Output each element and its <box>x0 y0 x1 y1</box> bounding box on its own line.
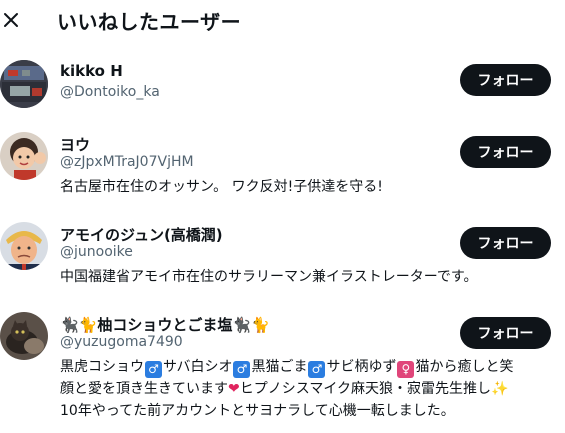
list-item[interactable]: 🐈‍⬛🐈柚コショウとごま塩🐈‍⬛🐈 @yuzugoma7490 黒虎コショウ ♂ サ… <box>0 308 565 428</box>
black-cat-icon: 🐈‍⬛ <box>232 316 252 334</box>
avatar[interactable] <box>0 312 48 360</box>
modal-header: いいねしたユーザー <box>0 0 565 44</box>
male-sign-icon: ♂ <box>233 361 251 378</box>
avatar[interactable] <box>0 222 48 270</box>
male-sign-icon: ♂ <box>308 361 326 378</box>
heart-icon: ❤ <box>228 381 240 397</box>
user-name[interactable]: 🐈‍⬛🐈柚コショウとごま塩🐈‍⬛🐈 <box>60 314 270 335</box>
black-cat-icon: 🐈‍⬛ <box>60 316 79 334</box>
page-title: いいねしたユーザー <box>57 10 242 34</box>
list-item[interactable]: kikko H @Dontoiko_ka フォロー <box>0 58 565 118</box>
close-icon[interactable] <box>0 9 22 31</box>
follow-button[interactable]: フォロー <box>460 227 551 259</box>
avatar[interactable] <box>0 60 48 108</box>
user-bio: 黒虎コショウ ♂ サバ白シオ ♂ 黒猫ごま ♂ サビ柄ゆず ♀ 猫から癒しと笑 顔と愛を頂き生き… <box>60 356 555 422</box>
bio-line: 10年やってた前アカウントとサヨナラして心機一転しました。 <box>60 403 455 419</box>
sparkles-icon: ✨ <box>491 381 509 397</box>
user-handle[interactable]: @zJpxMTraJ07VjHM <box>60 154 194 170</box>
user-bio: 中国福建省アモイ市在住のサラリーマン兼イラストレーターです。 <box>60 269 478 285</box>
user-handle[interactable]: @Dontoiko_ka <box>60 84 160 100</box>
user-bio: 名古屋市在住のオッサン。 ワク反対!子供達を守る! <box>60 179 383 195</box>
user-name[interactable]: ヨウ <box>60 134 90 155</box>
follow-button[interactable]: フォロー <box>460 317 551 349</box>
list-item[interactable]: ヨウ @zJpxMTraJ07VjHM 名古屋市在住のオッサン。 ワク反対!子供… <box>0 128 565 198</box>
list-item[interactable]: アモイのジュン(高橋潤) @junooike 中国福建省アモイ市在住のサラリーマ… <box>0 218 565 288</box>
avatar[interactable] <box>0 132 48 180</box>
female-sign-icon: ♀ <box>397 361 415 378</box>
male-sign-icon: ♂ <box>145 361 162 378</box>
bio-line: 顔と愛を頂き生きています❤ヒプノシスマイク麻天狼・寂雷先生推し✨ <box>60 381 509 397</box>
user-handle[interactable]: @junooike <box>60 244 133 260</box>
user-name[interactable]: アモイのジュン(高橋潤) <box>60 224 223 245</box>
bio-line: 黒虎コショウ ♂ サバ白シオ ♂ 黒猫ごま ♂ サビ柄ゆず ♀ 猫から癒しと笑 <box>60 359 514 378</box>
cat-icon: 🐈 <box>78 316 98 334</box>
user-name[interactable]: kikko H <box>60 62 123 80</box>
follow-button[interactable]: フォロー <box>460 136 551 168</box>
cat-icon: 🐈 <box>251 316 270 334</box>
user-handle[interactable]: @yuzugoma7490 <box>60 334 183 350</box>
follow-button[interactable]: フォロー <box>460 64 551 96</box>
